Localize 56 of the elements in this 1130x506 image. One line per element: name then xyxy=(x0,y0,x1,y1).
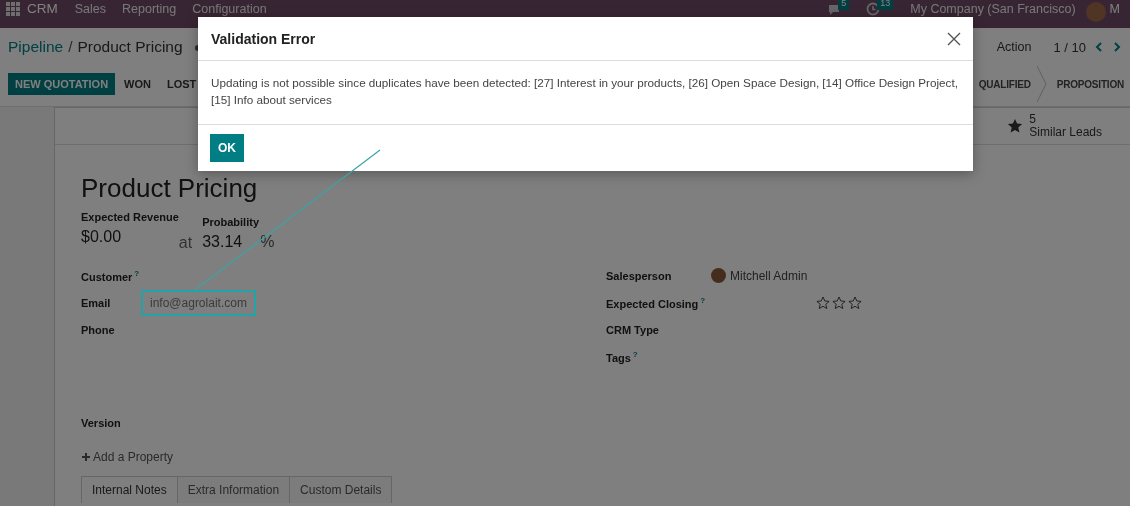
star-icon xyxy=(1007,118,1024,134)
field-label: Expected Revenue xyxy=(81,211,179,223)
ok-button[interactable]: OK xyxy=(210,134,244,162)
field-label: Expected Closing xyxy=(606,297,699,310)
menu-item[interactable]: Reporting xyxy=(122,2,177,16)
notebook-tab[interactable]: Custom Details xyxy=(289,476,393,503)
priority-star-icon[interactable] xyxy=(816,295,830,310)
field-label: Salesperson xyxy=(606,269,672,282)
message-count: 5 xyxy=(838,0,850,10)
error-message: Updating is not possible since duplicates have been detected: [27] Interest in your products, [26] Open Space Design, [14] Office Design Project, [15] Info about services xyxy=(198,61,973,125)
salesperson-value[interactable]: Mitchell Admin xyxy=(730,268,808,283)
action-menu[interactable]: Action xyxy=(996,40,1032,54)
breadcrumb-separator: / xyxy=(68,38,73,56)
next-icon[interactable] xyxy=(1112,41,1122,53)
clock-icon[interactable] xyxy=(866,2,881,16)
user-avatar xyxy=(711,268,726,283)
app-name[interactable]: CRM xyxy=(27,2,58,16)
activity-count: 13 xyxy=(877,0,894,10)
action-button[interactable]: NEW QUOTATION xyxy=(8,73,116,95)
field-label: Customer xyxy=(81,270,133,283)
field-label: Phone xyxy=(81,323,115,336)
notebook-tab[interactable]: Internal Notes xyxy=(81,476,178,503)
connector-text: at xyxy=(178,234,193,252)
close-button[interactable] xyxy=(947,31,961,46)
previous-icon[interactable] xyxy=(1094,41,1104,53)
field-label: Version xyxy=(81,416,122,429)
similar-leads-button[interactable]: 5 Similar Leads xyxy=(995,108,1130,144)
help-mark[interactable]: ? xyxy=(632,349,638,359)
pager-value[interactable]: 1 / 10 xyxy=(1053,39,1086,55)
priority-star-icon[interactable] xyxy=(832,295,846,310)
field-label: Tags xyxy=(606,351,631,364)
close-icon xyxy=(947,31,961,46)
action-button[interactable]: WON xyxy=(117,73,158,95)
probability-value[interactable]: 33.14 xyxy=(202,233,245,251)
add-property-button[interactable]: Add a Property xyxy=(81,450,174,464)
breadcrumb-current: Product Pricing xyxy=(77,38,183,56)
help-mark[interactable]: ? xyxy=(134,268,140,278)
company-switcher[interactable]: My Company (San Francisco) xyxy=(910,2,1076,16)
stage-step[interactable]: PROPOSITION xyxy=(1046,66,1130,102)
revenue-value[interactable]: $0.00 xyxy=(81,228,157,246)
menu-item[interactable]: Sales xyxy=(74,2,107,16)
plus-icon xyxy=(81,452,91,462)
breadcrumb-link[interactable]: Pipeline xyxy=(8,38,64,56)
email-field[interactable]: info@agrolait.com xyxy=(141,289,256,316)
field-label: Probability xyxy=(202,216,260,228)
user-name[interactable]: M xyxy=(1109,2,1120,16)
priority-star-icon[interactable] xyxy=(848,295,862,310)
record-title: Product Pricing xyxy=(81,173,259,203)
field-label: Email xyxy=(81,296,111,309)
menu-item[interactable]: Configuration xyxy=(192,2,267,16)
apps-menu-icon[interactable] xyxy=(6,2,20,16)
field-label: CRM Type xyxy=(606,323,659,336)
dialog-title: Validation Error xyxy=(211,30,316,47)
chat-icon[interactable] xyxy=(827,2,842,16)
help-mark[interactable]: ? xyxy=(700,295,706,305)
percent-sign: % xyxy=(260,233,275,251)
